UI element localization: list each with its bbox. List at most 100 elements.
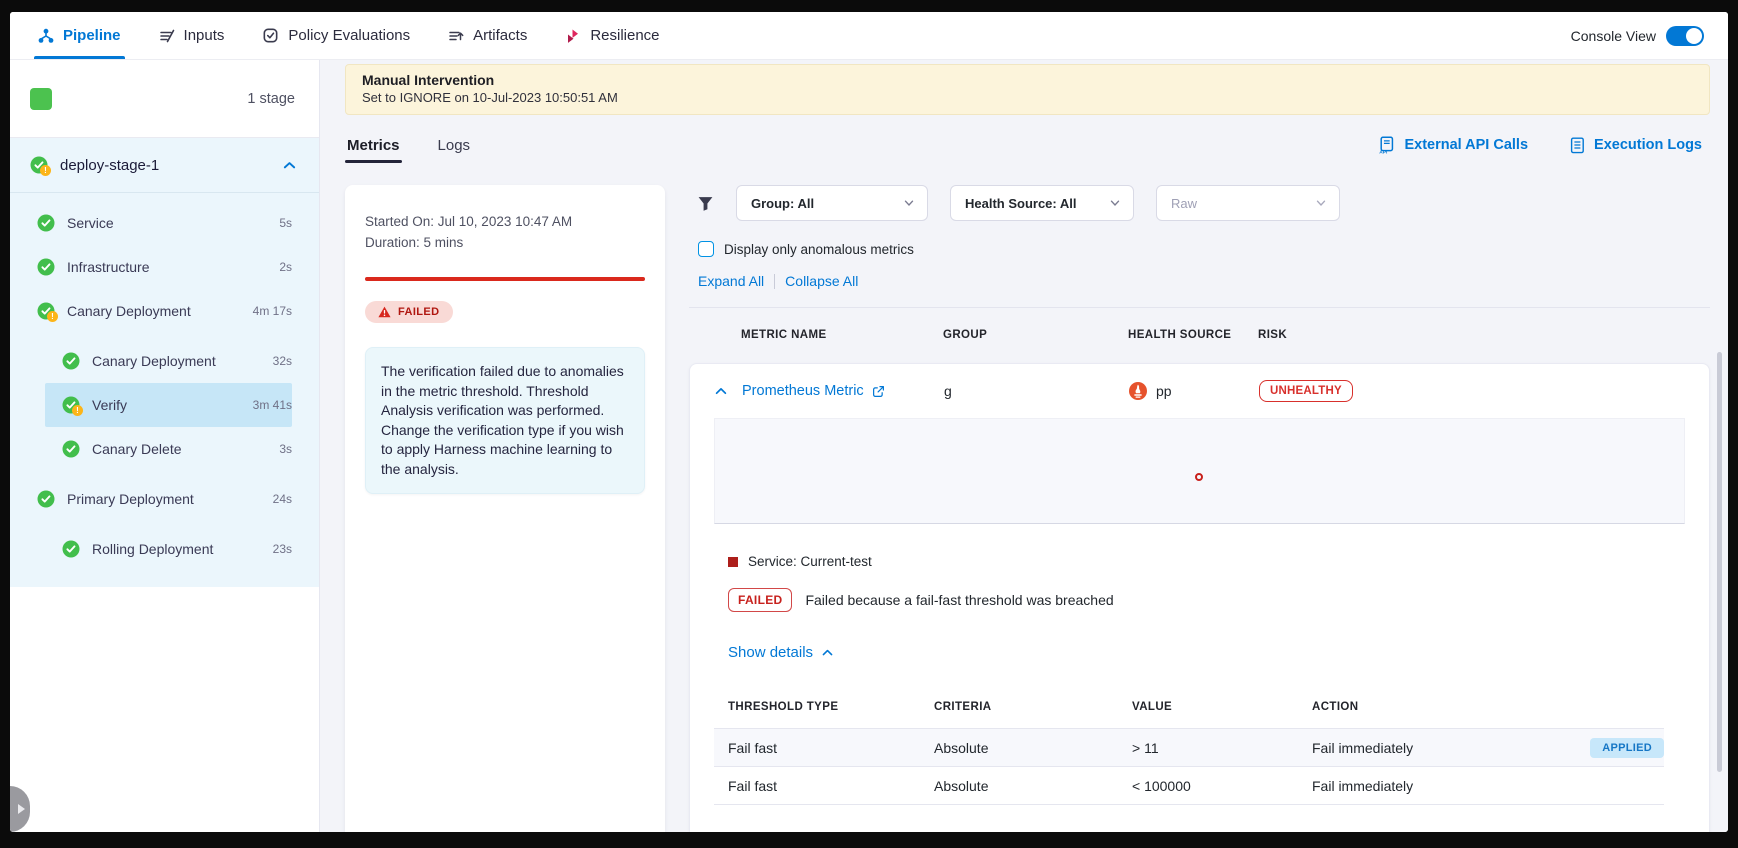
tab-label: Inputs <box>184 27 225 44</box>
tab-label: Resilience <box>590 27 659 44</box>
anomalous-metrics-checkbox[interactable] <box>698 241 714 257</box>
applied-badge: APPLIED <box>1590 738 1664 758</box>
anomalous-metrics-label: Display only anomalous metrics <box>724 242 914 257</box>
verification-failure-message: The verification failed due to anomalies… <box>365 347 645 494</box>
stage-count-label: 1 stage <box>247 91 295 107</box>
warning-triangle-icon <box>378 306 391 318</box>
metric-detail-card: Prometheus Metric g <box>689 363 1710 832</box>
tab-resilience[interactable]: Resilience <box>565 12 659 59</box>
tab-metrics[interactable]: Metrics <box>345 127 402 163</box>
collapse-all-link[interactable]: Collapse All <box>785 273 858 289</box>
threshold-table-header: THRESHOLD TYPE CRITERIA VALUE ACTION <box>714 685 1664 729</box>
metrics-table-header: METRIC NAME GROUP HEALTH SOURCE RISK <box>689 308 1710 363</box>
col-criteria: CRITERIA <box>934 701 1132 713</box>
failed-reason-text: Failed because a fail-fast threshold was… <box>805 592 1113 608</box>
sidebar-step-rolling-deployment[interactable]: Rolling Deployment 23s <box>10 527 292 571</box>
sidebar-step-service[interactable]: Service 5s <box>10 201 292 245</box>
inputs-icon <box>159 28 175 44</box>
col-health-source: HEALTH SOURCE <box>1128 329 1258 341</box>
document-icon <box>1570 137 1585 154</box>
metric-group-value: g <box>944 383 1129 399</box>
filter-funnel-icon[interactable] <box>697 195 714 212</box>
toggle-knob <box>1686 28 1702 44</box>
resilience-icon <box>565 28 581 44</box>
tab-policy-evaluations[interactable]: Policy Evaluations <box>262 12 410 59</box>
svg-text:API: API <box>1380 149 1389 154</box>
execution-sidebar: 1 stage ! deploy-stage-1 Servic <box>10 60 320 832</box>
sidebar-step-verify[interactable]: ! Verify 3m 41s <box>45 383 292 427</box>
failed-status-badge: FAILED <box>365 301 453 323</box>
collapse-chevron-up-icon[interactable] <box>714 384 728 398</box>
threshold-details-table: THRESHOLD TYPE CRITERIA VALUE ACTION Fai… <box>714 685 1664 805</box>
analysis-status-row: FAILED Failed because a fail-fast thresh… <box>728 588 1685 612</box>
stage-status-warning-icon: ! <box>30 156 48 174</box>
sidebar-step-canary-deployment-sub[interactable]: Canary Deployment 32s <box>10 339 292 383</box>
health-source-value: pp <box>1156 383 1172 399</box>
started-on-label: Started On: Jul 10, 2023 10:47 AM <box>365 211 645 232</box>
tab-logs[interactable]: Logs <box>436 127 473 163</box>
table-row: Fail fast Absolute < 100000 Fail immedia… <box>714 767 1664 805</box>
failed-progress-bar <box>365 277 645 281</box>
vertical-scrollbar[interactable] <box>1717 352 1722 772</box>
anomalous-data-point[interactable] <box>1195 473 1203 481</box>
divider <box>10 192 319 193</box>
execution-logs-link[interactable]: Execution Logs <box>1570 137 1702 154</box>
sidebar-collapse-handle[interactable] <box>10 786 30 832</box>
success-check-icon <box>37 490 55 508</box>
expand-collapse-row: Expand All Collapse All <box>689 273 1710 289</box>
legend-label: Service: Current-test <box>748 554 872 569</box>
tab-pipeline[interactable]: Pipeline <box>38 12 121 59</box>
health-source-filter-select[interactable]: Health Source: All <box>950 185 1134 221</box>
show-details-link[interactable]: Show details <box>728 644 1685 661</box>
success-check-icon <box>62 352 80 370</box>
group-filter-select[interactable]: Group: All <box>736 185 928 221</box>
expand-all-link[interactable]: Expand All <box>698 273 764 289</box>
col-threshold-type: THRESHOLD TYPE <box>728 701 934 713</box>
col-group: GROUP <box>943 329 1128 341</box>
col-action: ACTION <box>1312 701 1664 713</box>
metric-name-link[interactable]: Prometheus Metric <box>742 383 864 399</box>
divider <box>774 274 775 289</box>
tab-inputs[interactable]: Inputs <box>159 12 225 59</box>
risk-unhealthy-badge: UNHEALTHY <box>1259 380 1353 402</box>
pipeline-icon <box>38 28 54 44</box>
raw-view-select[interactable]: Raw <box>1156 185 1340 221</box>
sidebar-step-canary-deployment[interactable]: ! Canary Deployment 4m 17s <box>10 289 292 333</box>
console-view-label: Console View <box>1571 28 1656 44</box>
tab-label: Pipeline <box>63 27 121 44</box>
external-api-calls-link[interactable]: API External API Calls <box>1378 136 1528 154</box>
chevron-down-icon <box>1315 197 1327 209</box>
sidebar-stage-deploy-stage-1[interactable]: ! deploy-stage-1 <box>10 138 319 192</box>
metrics-panel: Group: All Health Source: All Raw <box>689 185 1710 832</box>
chevron-up-icon[interactable] <box>282 158 297 173</box>
filter-row: Group: All Health Source: All Raw <box>689 185 1710 221</box>
api-document-icon: API <box>1378 136 1395 154</box>
sidebar-step-infrastructure[interactable]: Infrastructure 2s <box>10 245 292 289</box>
app-window: Pipeline Inputs Policy Evaluations <box>10 12 1728 832</box>
external-link-icon[interactable] <box>872 385 885 398</box>
main-content: Manual Intervention Set to IGNORE on 10-… <box>320 60 1728 832</box>
chart-legend: Service: Current-test <box>728 554 1685 569</box>
prometheus-icon <box>1129 382 1147 400</box>
col-metric-name: METRIC NAME <box>741 329 943 341</box>
tab-label: Policy Evaluations <box>288 27 410 44</box>
sidebar-step-canary-delete[interactable]: Canary Delete 3s <box>10 427 292 471</box>
top-navigation: Pipeline Inputs Policy Evaluations <box>10 12 1728 60</box>
chevron-up-icon <box>821 646 834 659</box>
manual-intervention-banner: Manual Intervention Set to IGNORE on 10-… <box>345 64 1710 115</box>
screenshot-frame: Pipeline Inputs Policy Evaluations <box>0 0 1738 848</box>
stage-status-square <box>30 88 52 110</box>
duration-label: Duration: 5 mins <box>365 232 645 253</box>
stage-name: deploy-stage-1 <box>60 157 159 174</box>
policy-check-icon <box>262 27 279 44</box>
sidebar-step-primary-deployment[interactable]: Primary Deployment 24s <box>10 477 292 521</box>
sidebar-header: 1 stage <box>10 60 319 138</box>
col-value: VALUE <box>1132 701 1312 713</box>
display-anomalous-metrics-row[interactable]: Display only anomalous metrics <box>689 241 1710 257</box>
nav-tabs: Pipeline Inputs Policy Evaluations <box>38 12 660 59</box>
banner-subtitle: Set to IGNORE on 10-Jul-2023 10:50:51 AM <box>362 90 1693 105</box>
tab-label: Artifacts <box>473 27 527 44</box>
metric-timeseries-chart[interactable] <box>714 418 1685 524</box>
tab-artifacts[interactable]: Artifacts <box>448 12 527 59</box>
console-view-toggle[interactable] <box>1666 26 1704 46</box>
